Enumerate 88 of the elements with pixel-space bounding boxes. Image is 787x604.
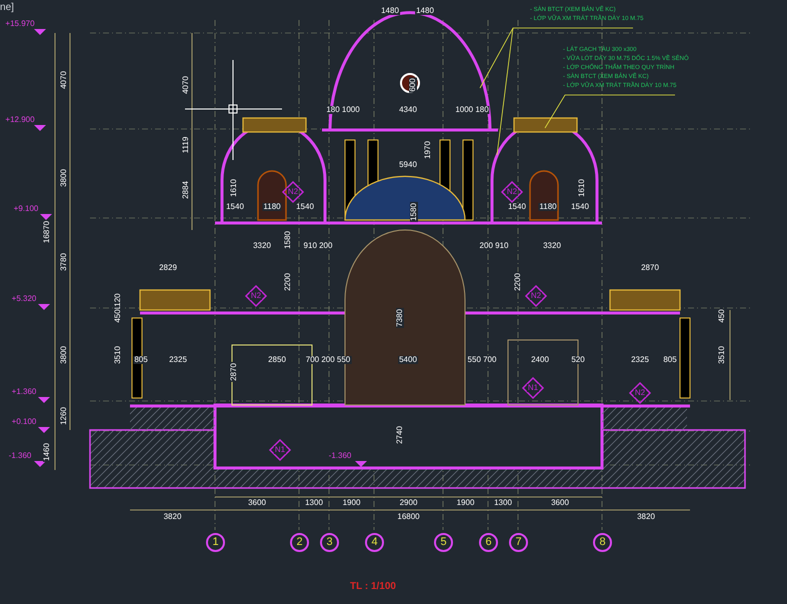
dimension-label: 1540 bbox=[507, 203, 527, 211]
dimension-label: 3320 bbox=[542, 242, 562, 250]
dimension-label: 3800 bbox=[60, 345, 68, 365]
dimension-label: 1970 bbox=[424, 140, 432, 160]
dimension-label: 2870 bbox=[230, 362, 238, 382]
dimension-label: 1480 bbox=[380, 7, 400, 15]
grid-axis-bubble: 8 bbox=[593, 533, 612, 552]
dimension-label: 1900 bbox=[342, 499, 362, 507]
grid-axis-bubble: 3 bbox=[320, 533, 339, 552]
dimension-label: 550 700 bbox=[466, 356, 498, 364]
dimension-label: 1540 bbox=[225, 203, 245, 211]
dimension-label: 450 bbox=[718, 308, 726, 324]
dimension-label: 3600 bbox=[550, 499, 570, 507]
dimension-label: 1580 bbox=[410, 202, 418, 222]
dimension-label: 4340 bbox=[398, 106, 418, 114]
dimension-label: 1540 bbox=[570, 203, 590, 211]
dimension-label: 2400 bbox=[530, 356, 550, 364]
dimension-label: 180 1000 bbox=[325, 106, 361, 114]
dimension-label: 5940 bbox=[398, 161, 418, 169]
section-tag: N2 bbox=[506, 188, 518, 196]
dimension-label: 2740 bbox=[396, 425, 404, 445]
dimension-label: 1260 bbox=[60, 406, 68, 426]
dimension-label: 2870 bbox=[640, 264, 660, 272]
dimension-label: 3780 bbox=[60, 252, 68, 272]
dimension-label: 1119 bbox=[182, 136, 190, 154]
dimension-label: 1610 bbox=[230, 178, 238, 198]
scale-label: TL : 1/100 bbox=[349, 582, 397, 592]
dimension-label: 1610 bbox=[578, 178, 586, 198]
level-marker: +5.320 bbox=[10, 295, 38, 303]
section-tag: N1 bbox=[526, 384, 540, 392]
section-tag: N2 bbox=[250, 292, 262, 300]
dimension-label: 1300 bbox=[304, 499, 324, 507]
dimension-label: 2325 bbox=[168, 356, 188, 364]
section-tag: N2 bbox=[634, 389, 646, 397]
dimension-label: 4070 bbox=[182, 75, 190, 95]
dimension-label: 2884 bbox=[182, 180, 190, 200]
dimension-label: 1580 bbox=[284, 230, 292, 250]
section-tag: N2 bbox=[286, 188, 300, 196]
level-marker: +9.100 bbox=[12, 205, 40, 213]
dimension-label: 2850 bbox=[267, 356, 287, 364]
dimension-label: 2325 bbox=[630, 356, 650, 364]
level-marker: -1.360 bbox=[328, 452, 352, 460]
dimension-label: 1460 bbox=[43, 442, 51, 462]
dimension-label: 1540 bbox=[295, 203, 315, 211]
grid-axis-bubble: 4 bbox=[365, 533, 384, 552]
dimension-label: 2829 bbox=[158, 264, 178, 272]
level-marker: -1.360 bbox=[8, 452, 32, 460]
dimension-label: 4070 bbox=[60, 70, 68, 90]
level-marker: +15.970 bbox=[4, 20, 36, 28]
dimension-label: 1480 bbox=[415, 7, 435, 15]
dimension-label: 600 bbox=[409, 77, 417, 93]
dimension-label: 520 bbox=[570, 356, 586, 364]
dimension-label: 1300 bbox=[493, 499, 513, 507]
dimension-label: 910 200 bbox=[302, 242, 334, 250]
dimension-label: 1180 bbox=[262, 203, 282, 211]
dimension-label: 16870 bbox=[43, 220, 51, 244]
dimension-label: 1900 bbox=[456, 499, 476, 507]
grid-axis-bubble: 2 bbox=[290, 533, 309, 552]
dimension-label: 1180 bbox=[538, 203, 558, 211]
dimension-label: 3510 bbox=[718, 345, 726, 365]
dimension-label: 805 bbox=[662, 356, 678, 364]
section-tag: N1 bbox=[274, 446, 286, 454]
dimension-label: 3820 bbox=[162, 513, 182, 521]
grid-axis-bubble: 6 bbox=[479, 533, 498, 552]
dimension-label: 200 910 bbox=[478, 242, 510, 250]
grid-axis-bubble: 7 bbox=[509, 533, 528, 552]
dimension-label: 2200 bbox=[284, 272, 292, 292]
dimension-label: 700 200 550 bbox=[304, 356, 352, 364]
level-marker: +12.900 bbox=[4, 116, 36, 124]
dimension-label: 16800 bbox=[396, 513, 421, 521]
dimension-label: 3800 bbox=[60, 168, 68, 188]
dimension-label: 805 bbox=[133, 356, 149, 364]
dimension-label: 450 bbox=[114, 308, 122, 324]
dimension-label: 3320 bbox=[252, 242, 272, 250]
viewport-label: ne] bbox=[0, 3, 15, 13]
dimension-label: 5400 bbox=[398, 356, 418, 364]
level-marker: +1.360 bbox=[10, 388, 38, 396]
dimension-label: 1000 180 bbox=[454, 106, 490, 114]
section-tag: N2 bbox=[530, 292, 542, 300]
dimension-label: 7380 bbox=[396, 308, 404, 328]
dimension-label: 2900 bbox=[398, 499, 418, 507]
grid-axis-bubble: 1 bbox=[206, 533, 225, 552]
dimension-label: 3820 bbox=[636, 513, 656, 521]
dimension-label: 3600 bbox=[247, 499, 267, 507]
dimension-label: 2200 bbox=[514, 272, 522, 292]
level-marker: +0.100 bbox=[10, 418, 38, 426]
grid-axis-bubble: 5 bbox=[434, 533, 453, 552]
dimension-label: 3510 bbox=[114, 345, 122, 365]
